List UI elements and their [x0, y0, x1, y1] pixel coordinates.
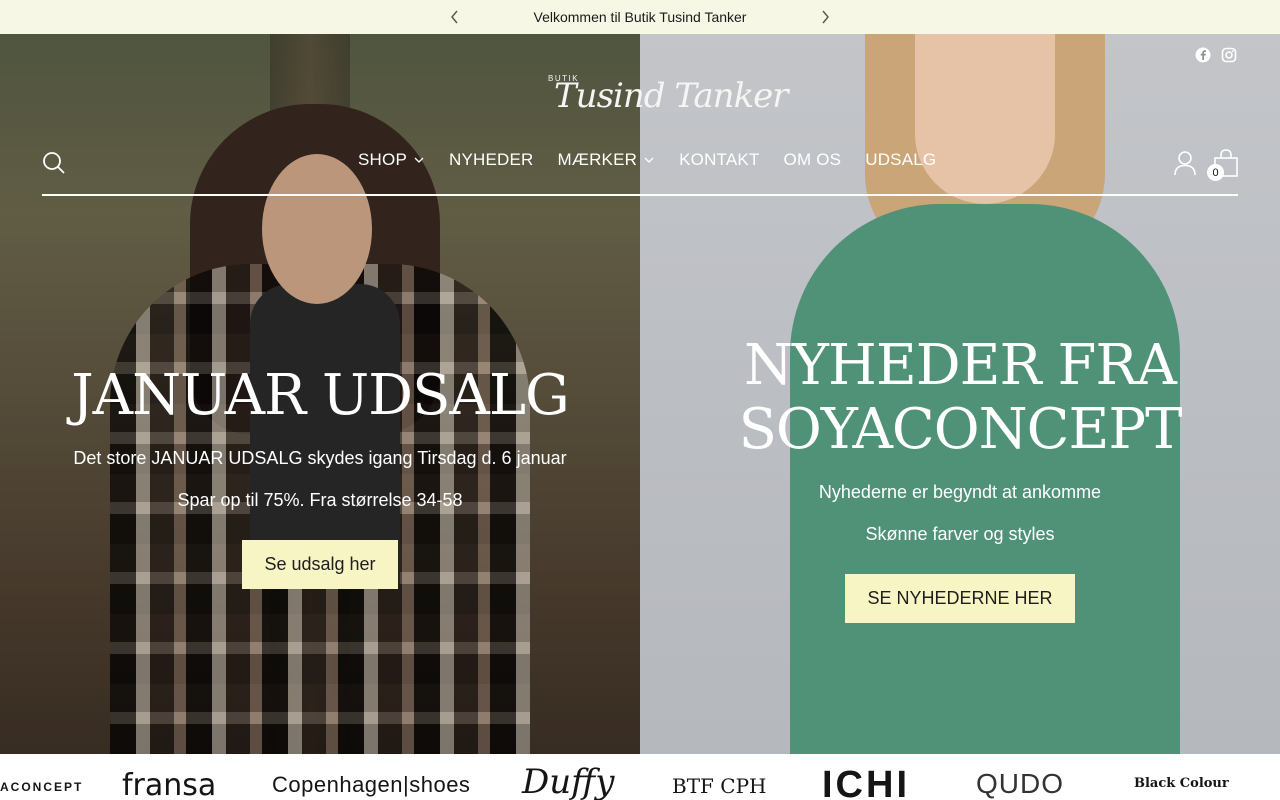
nav-item-nyheder[interactable]: NYHEDER [449, 150, 534, 170]
hero-right-content: NYHEDER FRA SOYACONCEPT Nyhederne er beg… [640, 334, 1280, 623]
hero: BUTIK Tusind Tanker SHOP NYHEDER MÆRKER … [0, 34, 1280, 754]
chevron-left-icon [451, 10, 458, 24]
nav-item-label: OM OS [783, 150, 842, 169]
cart-button[interactable]: 0 [1207, 148, 1239, 181]
hero-right-line1: Nyhederne er begyndt at ankomme [818, 482, 1102, 502]
announcement-bar: Velkommen til Butik Tusind Tanker [0, 0, 1280, 34]
nav-item-label: NYHEDER [448, 150, 534, 169]
nav-item-udsalg[interactable]: UDSALG [865, 150, 936, 170]
brand-logo-ichi[interactable]: ICHI [822, 764, 910, 800]
site-logo[interactable]: BUTIK Tusind Tanker [548, 74, 789, 130]
announcement-prev-arrow[interactable] [435, 0, 475, 34]
new-arrivals-button[interactable]: SE NYHEDERNE HER [845, 574, 1075, 623]
header-divider [42, 194, 1238, 196]
nav-item-label: MÆRKER [557, 150, 638, 169]
nav-item-maerker[interactable]: MÆRKER [558, 150, 656, 170]
nav-item-shop[interactable]: SHOP [358, 150, 425, 170]
nav-item-om-os[interactable]: OM OS [784, 150, 842, 170]
search-icon[interactable] [42, 151, 66, 175]
chevron-down-icon [644, 157, 654, 163]
sale-button[interactable]: Se udsalg her [242, 540, 398, 589]
brand-logo-black-colour[interactable]: Black Colour [1134, 776, 1229, 791]
announcement-text: Velkommen til Butik Tusind Tanker [533, 9, 747, 25]
facebook-icon[interactable] [1195, 47, 1211, 63]
hero-right-title-line1: NYHEDER FRA [744, 333, 1177, 398]
brand-logo-soyaconcept[interactable]: ACONCEPT [0, 780, 83, 794]
brand-logo-copenhagen-shoes[interactable]: Copenhagen|shoes [272, 772, 470, 798]
brand-logo-fransa[interactable]: fransa [122, 768, 216, 800]
brand-strip: ACONCEPT fransa Copenhagen|shoes Duffy B… [0, 754, 1280, 800]
announcement-next-arrow[interactable] [805, 0, 845, 34]
chevron-down-icon [414, 157, 424, 163]
account-icon[interactable] [1173, 150, 1197, 176]
hero-left-line2: Spar op til 75%. Fra størrelse 34-58 [177, 490, 463, 510]
hero-right-line2: Skønne farver og styles [865, 524, 1055, 544]
brand-logo-qudo[interactable]: QUDO [976, 768, 1064, 800]
hero-right-title: NYHEDER FRA SOYACONCEPT [640, 334, 1280, 462]
hero-left-title: JANUAR UDSALG [71, 363, 570, 428]
logo-script-text: Tusind Tanker [554, 76, 789, 116]
brand-logo-btf-cph[interactable]: BTF CPH [672, 774, 766, 798]
cart-count-badge: 0 [1207, 164, 1224, 181]
main-nav: SHOP NYHEDER MÆRKER KONTAKT OM OS UDSALG [358, 150, 936, 170]
nav-item-label: KONTAKT [679, 150, 760, 169]
model-face [915, 34, 1055, 204]
hero-left-line1: Det store JANUAR UDSALG skydes igang Tir… [73, 448, 567, 468]
hero-right-title-line2: SOYACONCEPT [738, 397, 1183, 462]
chevron-right-icon [822, 10, 829, 24]
instagram-icon[interactable] [1221, 47, 1237, 63]
nav-item-label: UDSALG [865, 150, 937, 169]
nav-item-label: SHOP [358, 150, 407, 169]
hero-left-content: JANUAR UDSALG Det store JANUAR UDSALG sk… [0, 364, 640, 589]
brand-logo-duffy[interactable]: Duffy [522, 762, 614, 800]
nav-item-kontakt[interactable]: KONTAKT [679, 150, 759, 170]
social-links [1195, 47, 1237, 63]
